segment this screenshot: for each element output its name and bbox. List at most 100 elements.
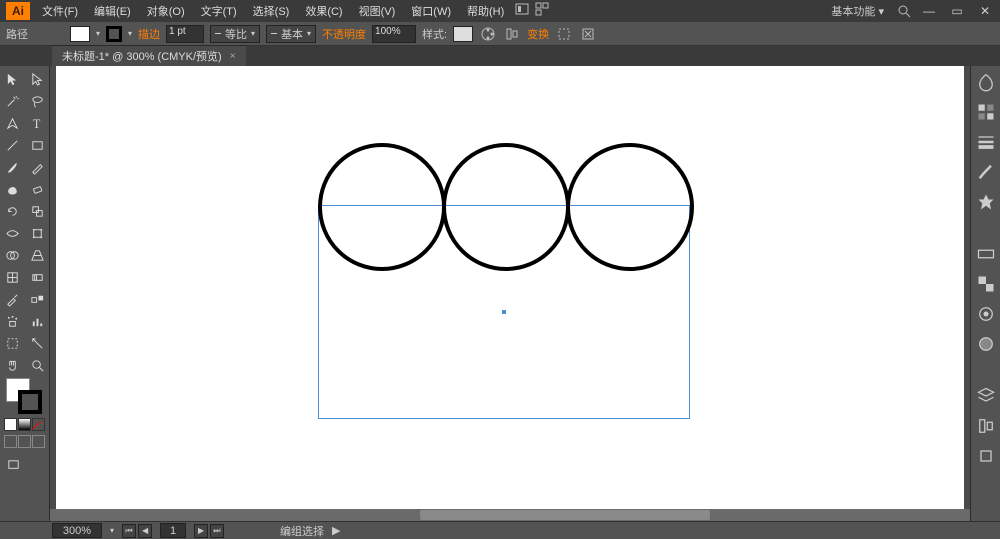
fill-stroke-indicator[interactable] [0, 376, 49, 418]
close-button[interactable]: ✕ [974, 2, 996, 20]
direct-selection-tool[interactable] [26, 68, 50, 90]
menu-file[interactable]: 文件(F) [36, 1, 84, 21]
perspective-tool[interactable] [26, 244, 50, 266]
magic-wand-tool[interactable] [1, 90, 25, 112]
status-mode: 编组选择 [280, 523, 324, 539]
panel-symbols-icon[interactable] [976, 192, 996, 212]
horizontal-scrollbar-thumb[interactable] [420, 510, 710, 520]
line-tool[interactable] [1, 134, 25, 156]
menu-window[interactable]: 窗口(W) [405, 1, 457, 21]
profile-label: 基本 [281, 26, 303, 42]
last-artboard-button[interactable]: ⏭ [210, 524, 224, 538]
screen-mode[interactable] [1, 454, 25, 476]
zoom-dropdown-icon[interactable]: ▾ [110, 526, 114, 535]
opacity-input[interactable]: 100% [372, 25, 416, 43]
rectangle-tool[interactable] [26, 134, 50, 156]
panel-layers-icon[interactable] [976, 386, 996, 406]
stroke-dropdown-icon[interactable]: ▾ [128, 29, 132, 38]
stroke-label[interactable]: 描边 [138, 26, 160, 42]
panel-swatches-icon[interactable] [976, 102, 996, 122]
rotate-tool[interactable] [1, 200, 25, 222]
horizontal-scrollbar[interactable] [50, 509, 970, 521]
paintbrush-tool[interactable] [1, 156, 25, 178]
opacity-label[interactable]: 不透明度 [322, 26, 366, 42]
menu-object[interactable]: 对象(O) [141, 1, 191, 21]
menu-select[interactable]: 选择(S) [247, 1, 296, 21]
svg-text:T: T [33, 117, 41, 131]
width-tool[interactable] [1, 222, 25, 244]
stroke-color-box[interactable] [18, 390, 42, 414]
artboard-number[interactable]: 1 [160, 523, 186, 538]
style-label: 样式: [422, 26, 447, 42]
menu-edit[interactable]: 编辑(E) [88, 1, 137, 21]
menu-view[interactable]: 视图(V) [353, 1, 402, 21]
align-icon[interactable] [503, 25, 521, 43]
zoom-tool[interactable] [26, 354, 50, 376]
profile-select[interactable]: 基本▾ [266, 25, 316, 43]
menu-effect[interactable]: 效果(C) [299, 1, 348, 21]
color-mode-solid[interactable] [4, 418, 17, 431]
lasso-tool[interactable] [26, 90, 50, 112]
panel-color-icon[interactable] [976, 72, 996, 92]
recolor-icon[interactable] [479, 25, 497, 43]
eyedropper-tool[interactable] [1, 288, 25, 310]
shape-builder-tool[interactable] [1, 244, 25, 266]
document-tab[interactable]: 未标题-1* @ 300% (CMYK/预览) × [52, 45, 246, 66]
pencil-tool[interactable] [26, 156, 50, 178]
eraser-tool[interactable] [26, 178, 50, 200]
scale-tool[interactable] [26, 200, 50, 222]
menu-help[interactable]: 帮助(H) [461, 1, 510, 21]
gradient-tool[interactable] [26, 266, 50, 288]
free-transform-tool[interactable] [26, 222, 50, 244]
panel-transform-icon[interactable] [976, 446, 996, 466]
panel-appearance-icon[interactable] [976, 304, 996, 324]
dash-select[interactable]: 等比▾ [210, 25, 260, 43]
zoom-level[interactable]: 300% [52, 523, 102, 538]
graph-tool[interactable] [26, 310, 50, 332]
stroke-swatch[interactable] [106, 26, 122, 42]
slice-tool[interactable] [26, 332, 50, 354]
stroke-weight-input[interactable]: 1 pt [166, 25, 204, 43]
arrange-icon[interactable] [534, 1, 550, 17]
fill-swatch[interactable] [70, 26, 90, 42]
selection-tool[interactable] [1, 68, 25, 90]
menu-type[interactable]: 文字(T) [195, 1, 243, 21]
transform-label[interactable]: 变换 [527, 26, 549, 42]
color-mode-gradient[interactable] [18, 418, 31, 431]
draw-behind[interactable] [18, 435, 31, 448]
hand-tool[interactable] [1, 354, 25, 376]
panel-graphic-styles-icon[interactable] [976, 334, 996, 354]
blob-brush-tool[interactable] [1, 178, 25, 200]
color-mode-none[interactable] [32, 418, 45, 431]
status-arrow-icon[interactable]: ▶ [332, 524, 340, 537]
workspace-switcher[interactable]: 基本功能 ▾ [825, 3, 890, 19]
blend-tool[interactable] [26, 288, 50, 310]
search-icon[interactable] [896, 3, 912, 19]
canvas-area[interactable] [50, 66, 970, 521]
type-tool[interactable]: T [26, 112, 50, 134]
clip-icon[interactable] [579, 25, 597, 43]
panel-transparency-icon[interactable] [976, 274, 996, 294]
symbol-sprayer-tool[interactable] [1, 310, 25, 332]
first-artboard-button[interactable]: ⏮ [122, 524, 136, 538]
draw-normal[interactable] [4, 435, 17, 448]
bridge-icon[interactable] [514, 1, 530, 17]
prev-artboard-button[interactable]: ◀ [138, 524, 152, 538]
isolate-icon[interactable] [555, 25, 573, 43]
panel-brushes-icon[interactable] [976, 162, 996, 182]
pen-tool[interactable] [1, 112, 25, 134]
draw-inside[interactable] [32, 435, 45, 448]
mesh-tool[interactable] [1, 266, 25, 288]
next-artboard-button[interactable]: ▶ [194, 524, 208, 538]
panel-align-icon[interactable] [976, 416, 996, 436]
panel-stroke-icon[interactable] [976, 132, 996, 152]
document-tab-close[interactable]: × [230, 51, 236, 62]
maximize-button[interactable]: ▭ [946, 2, 968, 20]
fill-dropdown-icon[interactable]: ▾ [96, 29, 100, 38]
minimize-button[interactable]: — [918, 2, 940, 20]
artboard[interactable] [56, 66, 964, 509]
tools-panel: T [0, 66, 50, 521]
panel-gradient-icon[interactable] [976, 244, 996, 264]
artboard-tool[interactable] [1, 332, 25, 354]
style-swatch[interactable] [453, 26, 473, 42]
